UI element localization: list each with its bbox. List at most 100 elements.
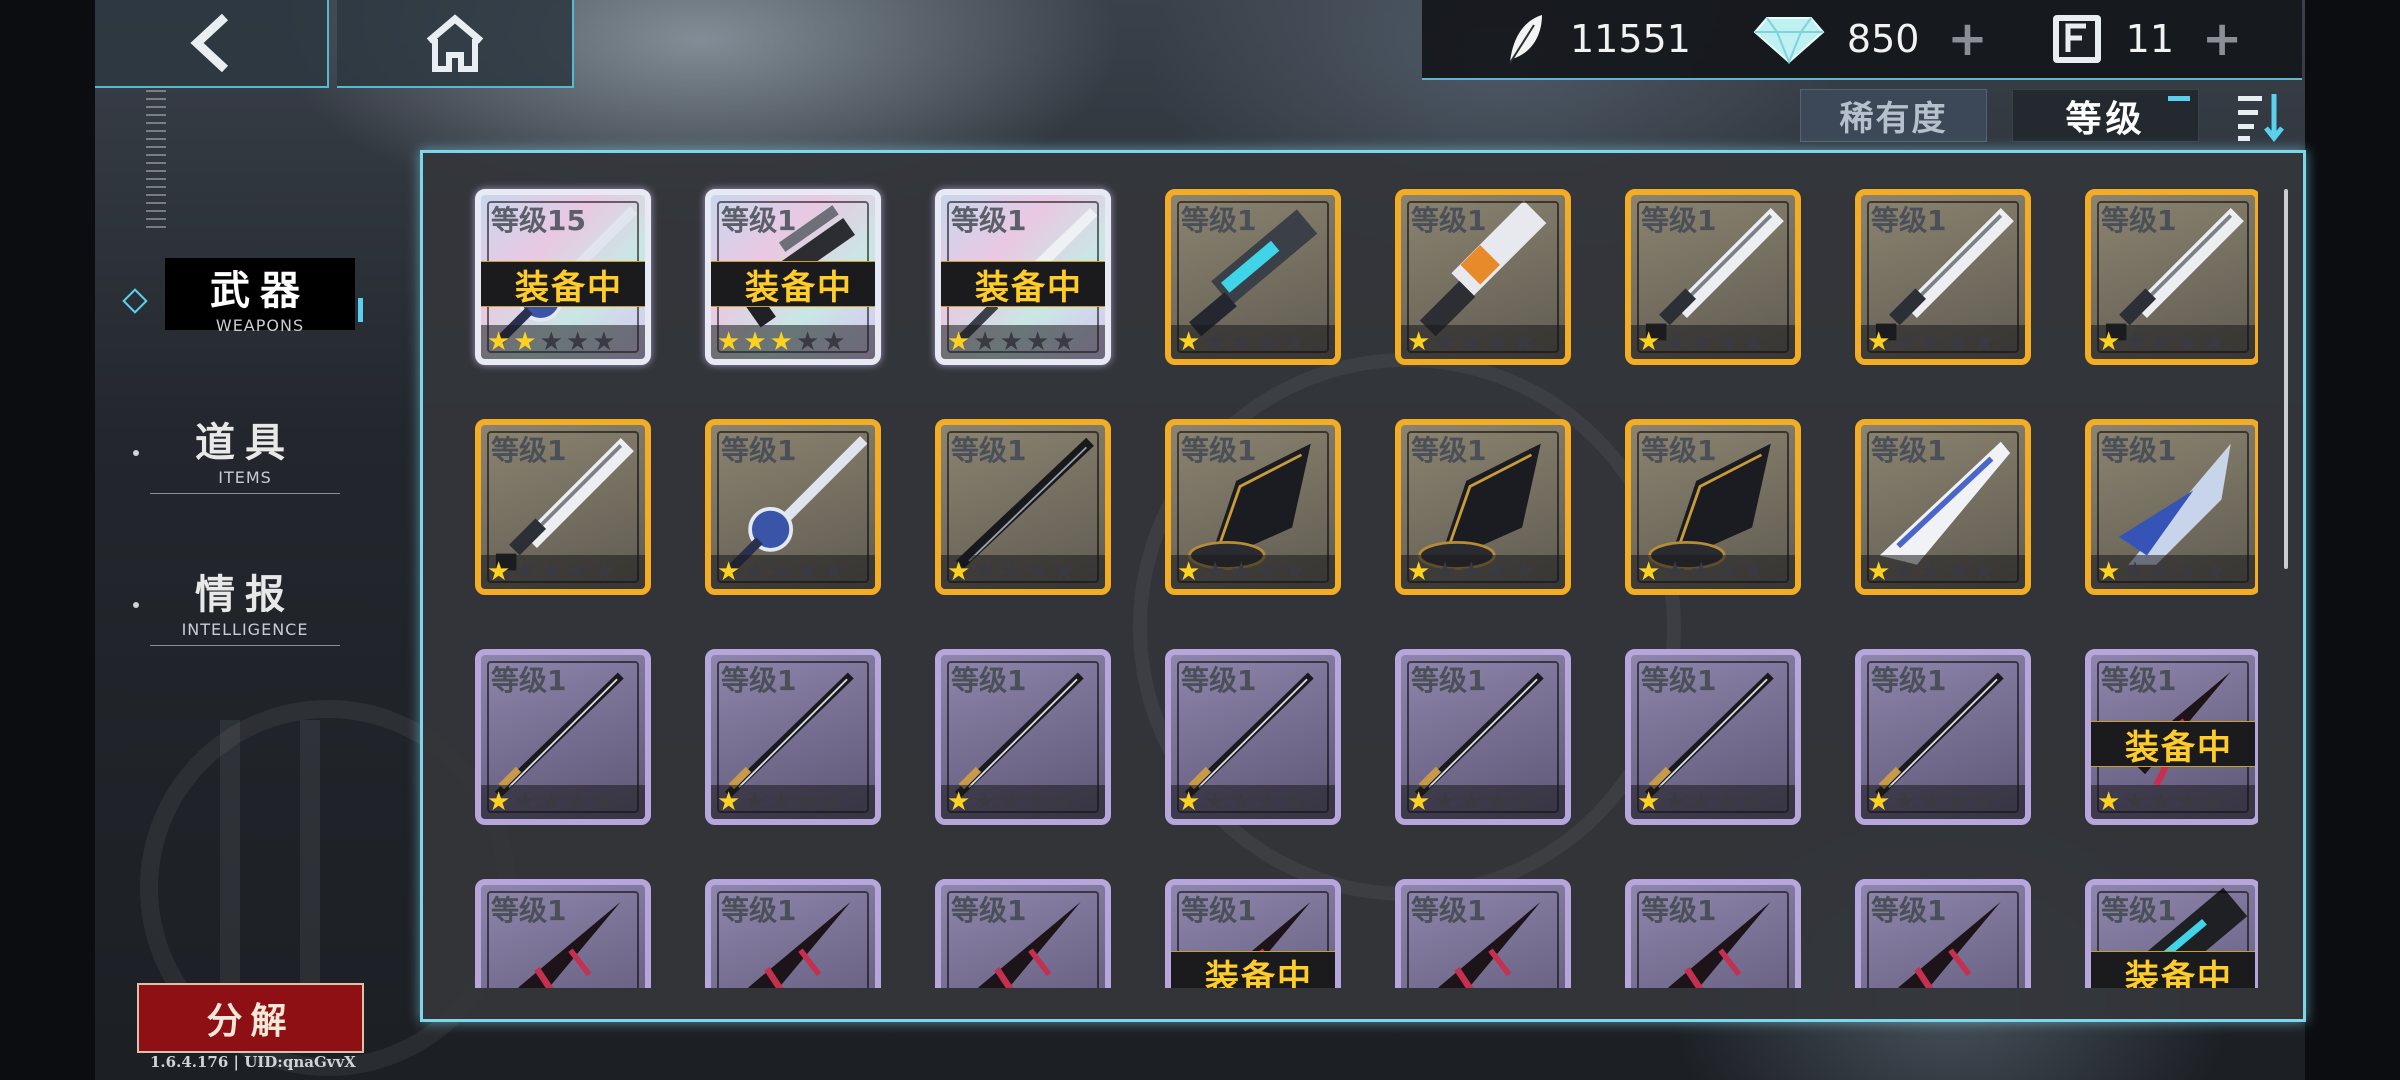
star-icon: ★ [973,557,997,587]
weapon-card[interactable]: 等级1★★★★★ [1855,649,2031,825]
star-icon: ★ [1512,327,1536,357]
star-icon: ★ [592,327,616,357]
category-weapons[interactable]: 武器 WEAPONS [165,258,363,335]
weapon-card[interactable]: 等级1★★★★★ [1625,189,1801,365]
star-icon: ★ [1203,787,1227,817]
star-icon: ★ [1945,327,1970,357]
star-icon: ★ [1742,557,1766,587]
star-icon: ★ [565,327,590,357]
star-icon: ★ [822,327,846,357]
star-icon: ★ [1255,557,1280,587]
equipped-badge: 装备中 [941,261,1105,308]
weapon-card[interactable]: 等级1★★★★★ [1165,419,1341,595]
weapon-card[interactable]: 等级1★★★★★ [1395,419,1571,595]
category-items[interactable]: 道具 ITEMS [150,410,340,494]
star-icon: ★ [539,327,563,357]
back-button[interactable] [95,0,329,88]
weapon-level: 等级1 [2101,204,2177,237]
weapon-level: 等级1 [951,894,1027,927]
star-icon: ★ [2097,327,2121,357]
star-icon: ★ [1052,327,1076,357]
weapon-card[interactable]: 等级1★★★★★ [705,419,881,595]
weapon-card[interactable]: 等级1★★★★★装备中 [935,189,1111,365]
star-icon: ★ [1052,787,1076,817]
weapon-card[interactable]: 等级1★★★★★ [2085,189,2258,365]
equipped-badge: 装备中 [2091,721,2255,768]
star-rating: ★ ★ ★ ★ ★ [2091,785,2255,819]
sort-descending-icon[interactable] [2236,90,2290,144]
star-rating: ★ ★ ★ ★ ★ [1171,785,1335,819]
weapon-card[interactable]: 等级1★★★★★装备中 [1165,879,1341,988]
sort-by-level-button[interactable]: 等级 [2012,89,2199,142]
weapon-card[interactable]: 等级1★★★★★ [1625,649,1801,825]
star-icon: ★ [1025,787,1050,817]
star-icon: ★ [1459,557,1483,587]
weapon-card[interactable]: 等级1★★★★★ [475,419,651,595]
weapon-card[interactable]: 等级1★★★★★ [705,649,881,825]
weapon-level: 等级1 [2101,434,2177,467]
weapon-card[interactable]: 等级1★★★★★装备中 [705,189,881,365]
weapon-level: 等级1 [1411,664,1487,697]
weapon-card[interactable]: 等级1★★★★★ [1395,649,1571,825]
star-icon: ★ [1715,327,1740,357]
star-icon: ★ [2123,557,2147,587]
star-icon: ★ [717,327,741,357]
star-rating: ★ ★ ★ ★ ★ [1631,325,1795,359]
weapon-card[interactable]: 等级1★★★★★ [1855,879,2031,988]
weapon-card[interactable]: 等级1★★★★★ [1395,879,1571,988]
star-icon: ★ [1919,557,1943,587]
weapon-level: 等级1 [2101,664,2177,697]
diamond-add-button[interactable]: + [1947,11,1987,67]
star-icon: ★ [1512,557,1536,587]
star-icon: ★ [717,557,741,587]
weapon-card[interactable]: 等级1★★★★★ [1395,189,1571,365]
weapon-card[interactable]: 等级1★★★★★ [475,879,651,988]
weapon-card[interactable]: 等级1★★★★★ [1855,419,2031,595]
category-items-label: 道具 [195,420,295,466]
star-icon: ★ [1972,557,1996,587]
weapon-card[interactable]: 等级1★★★★★ [1855,189,2031,365]
home-button[interactable] [337,0,574,88]
star-icon: ★ [1282,327,1306,357]
star-icon: ★ [1433,327,1457,357]
ticket-amount: 11 [2125,17,2174,61]
weapon-level: 等级1 [1871,434,1947,467]
weapon-card[interactable]: 等级1★★★★★ [1625,419,1801,595]
weapon-card[interactable]: 等级1★★★★★ [935,419,1111,595]
star-icon: ★ [1229,557,1253,587]
star-icon: ★ [2175,787,2200,817]
weapon-card[interactable]: 等级15 ★ ★ ★ ★ ★ 装备中 [475,189,651,365]
weapon-card[interactable]: 等级1★★★★★ [1625,879,1801,988]
category-intelligence[interactable]: 情报 INTELLIGENCE [150,562,340,646]
weapon-card[interactable]: 等级1 ★★★★★ 装备中 [2085,649,2258,825]
weapon-card[interactable]: 等级1★★★★★ [935,649,1111,825]
star-icon: ★ [1459,787,1483,817]
star-icon: ★ [1742,787,1766,817]
weapon-level: 等级1 [721,664,797,697]
weapon-card[interactable]: 等级1★★★★★装备中 [2085,879,2258,988]
weapon-card[interactable]: 等级1★★★★★ [935,879,1111,988]
currency-diamond: 850 + [1753,0,1988,78]
star-icon: ★ [1459,327,1483,357]
star-icon: ★ [1893,557,1917,587]
star-icon: ★ [1689,787,1713,817]
equipped-badge: 装备中 [711,261,875,308]
decompose-button[interactable]: 分解 [137,983,364,1053]
weapon-level: 等级1 [721,894,797,927]
star-icon: ★ [1893,787,1917,817]
weapon-grid[interactable]: 等级15 ★ ★ ★ ★ ★ 装备中 等级1 ★ ★ ★ ★ ★ 装备中 等级1 ★ ★ ★ ★ ★ 装备中 等级1 ★ ★ ★… [423,153,2258,988]
weapon-level: 等级1 [1641,664,1717,697]
ticket-add-button[interactable]: + [2202,11,2242,67]
weapon-card[interactable]: 等级1★★★★★ [1165,649,1341,825]
weapon-card[interactable]: 等级1★★★★★ [1165,189,1341,365]
star-rating: ★ ★ ★ ★ ★ [711,325,875,359]
currency-feather: 11551 [1502,0,1691,78]
weapon-card[interactable]: 等级1★★★★★ [705,879,881,988]
sort-by-rarity-button[interactable]: 稀有度 [1800,89,1987,142]
star-icon: ★ [1715,787,1740,817]
scrollbar[interactable] [2284,189,2288,569]
weapon-card[interactable]: 等级1★★★★★ [2085,419,2258,595]
star-icon: ★ [1689,327,1713,357]
weapon-card[interactable]: 等级1★★★★★ [475,649,651,825]
equipped-badge: 装备中 [2091,951,2255,988]
